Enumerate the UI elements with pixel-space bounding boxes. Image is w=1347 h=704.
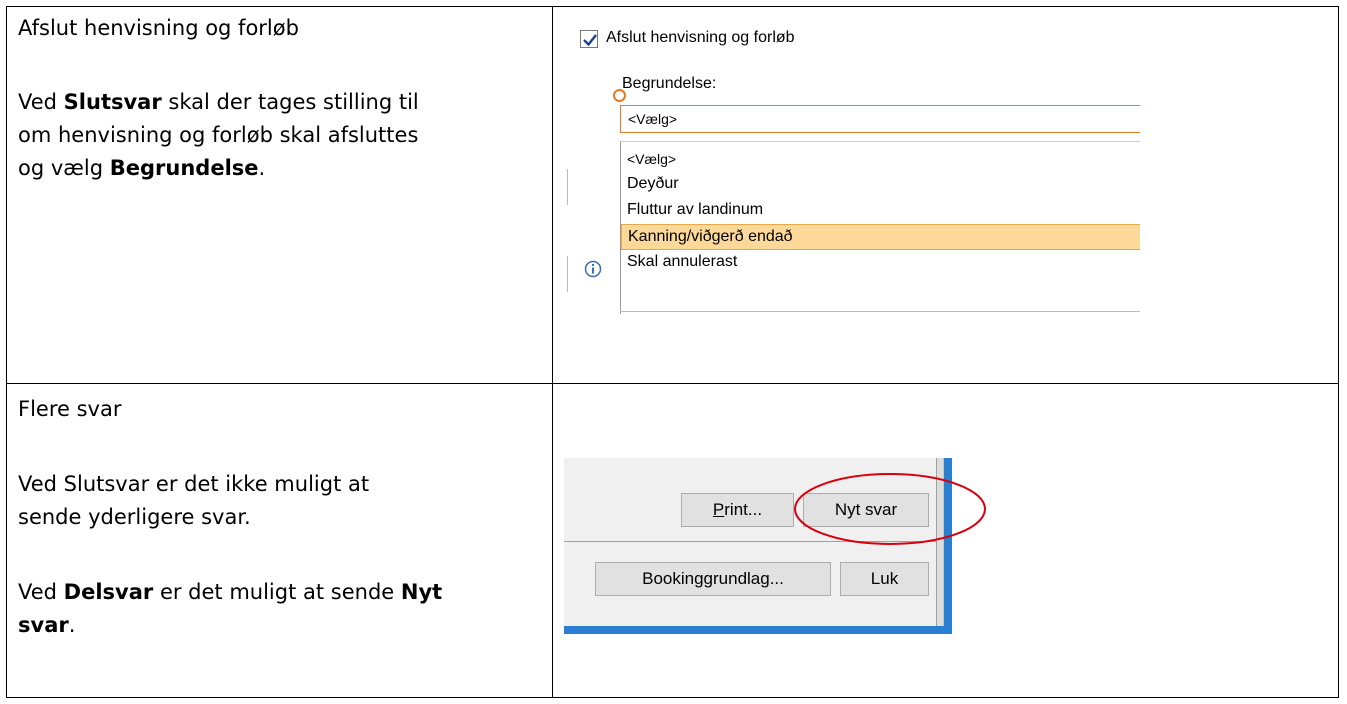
row1-line1: Ved Slutsvar skal der tages stilling til — [18, 90, 419, 114]
button-row-separator — [564, 541, 936, 542]
panel-edge — [567, 169, 568, 205]
reason-label: Begrundelse: — [622, 75, 717, 92]
close-referral-checkbox[interactable] — [580, 30, 598, 48]
dropdown-option[interactable]: Deyður — [621, 172, 1140, 198]
dropdown-option[interactable]: Fluttur av landinum — [621, 198, 1140, 224]
close-referral-label: Afslut henvisning og forløb — [606, 29, 795, 46]
panel-edge — [567, 256, 568, 292]
row2-title: Flere svar — [18, 397, 122, 421]
reason-combobox[interactable]: <Vælg> — [620, 105, 1140, 133]
dialog-background — [564, 458, 944, 626]
row1-title: Afslut henvisning og forløb — [18, 16, 299, 40]
scrollbar-edge — [936, 458, 944, 626]
row2-para2-line1: Ved Delsvar er det muligt at sende Nyt — [18, 580, 443, 604]
row1-line3: og vælg Begrundelse. — [18, 156, 266, 180]
booking-basis-button[interactable]: Bookinggrundlag... — [595, 562, 831, 596]
screenshot-reply-buttons: Print... Nyt svar Bookinggrundlag... Luk — [564, 458, 952, 634]
row-divider — [6, 383, 1339, 384]
row1-line2: om henvisning og forløb skal afsluttes — [18, 123, 419, 147]
window-border-right — [944, 458, 952, 634]
row2-para1-line1: Ved Slutsvar er det ikke muligt at — [18, 472, 370, 496]
row2-para1-line2: sende yderligere svar. — [18, 505, 251, 529]
dropdown-option[interactable]: <Vælg> — [621, 146, 1140, 172]
close-button[interactable]: Luk — [840, 562, 929, 596]
print-button[interactable]: Print... — [681, 493, 794, 527]
dropdown-option-selected[interactable]: Kanning/viðgerð endað — [621, 224, 1140, 250]
reason-combobox-value: <Vælg> — [628, 111, 678, 127]
column-divider — [552, 6, 553, 698]
dropdown-bottom-border — [620, 311, 1140, 312]
row2-para2-line2: svar. — [18, 613, 76, 637]
required-indicator-icon — [613, 89, 626, 102]
new-reply-button[interactable]: Nyt svar — [803, 493, 929, 527]
window-border-bottom — [564, 626, 952, 634]
dropdown-option[interactable]: Skal annulerast — [621, 250, 1140, 276]
screenshot-close-referral: Afslut henvisning og forløb Begrundelse:… — [564, 14, 1140, 314]
info-icon[interactable] — [584, 260, 602, 278]
checkmark-icon — [583, 34, 597, 47]
reason-dropdown-list: <Vælg> Deyður Fluttur av landinum Kannin… — [620, 141, 1140, 314]
